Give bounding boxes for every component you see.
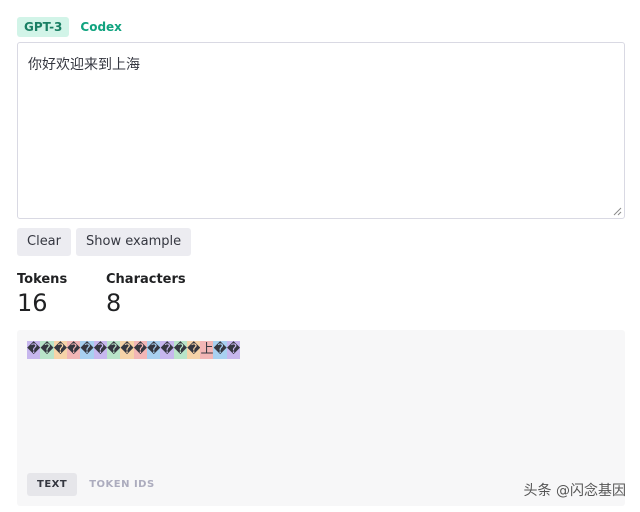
tab-codex[interactable]: Codex — [73, 17, 129, 37]
token: � — [93, 341, 108, 359]
resize-handle-icon[interactable] — [613, 207, 622, 216]
token: � — [226, 341, 241, 359]
tab-gpt3[interactable]: GPT-3 — [17, 17, 70, 37]
view-tabs: TEXT TOKEN IDS — [27, 473, 165, 496]
text-input[interactable]: 你好欢迎来到上海 — [17, 42, 625, 219]
token: � — [147, 341, 161, 359]
clear-button[interactable]: Clear — [17, 228, 71, 256]
token-line: � � � � � � � � � � � � � 上 � � — [27, 341, 241, 359]
model-tabs: GPT-3 Codex — [17, 17, 129, 37]
token: � — [173, 341, 188, 359]
token: � — [67, 341, 81, 359]
token: � — [40, 341, 54, 359]
token: � — [107, 341, 121, 359]
token: � — [120, 341, 134, 359]
characters-stat: Characters 8 — [106, 272, 186, 317]
tab-token-ids[interactable]: TOKEN IDS — [79, 473, 164, 496]
token: � — [213, 341, 227, 359]
token: � — [53, 341, 68, 359]
tokens-count: 16 — [17, 289, 48, 317]
tokens-stat: Tokens 16 — [17, 272, 67, 317]
watermark: 头条 @闪念基因 — [523, 483, 626, 499]
show-example-button[interactable]: Show example — [76, 228, 192, 256]
tab-text[interactable]: TEXT — [27, 473, 78, 496]
token: � — [80, 341, 94, 359]
token: 上 — [200, 341, 214, 359]
token: � — [133, 341, 148, 359]
token: � — [27, 341, 41, 359]
token: � — [187, 341, 201, 359]
token: � — [160, 341, 174, 359]
tokens-label: Tokens — [17, 272, 68, 287]
characters-label: Characters — [106, 272, 186, 287]
text-input-value: 你好欢迎来到上海 — [28, 57, 140, 73]
characters-count: 8 — [106, 289, 122, 317]
